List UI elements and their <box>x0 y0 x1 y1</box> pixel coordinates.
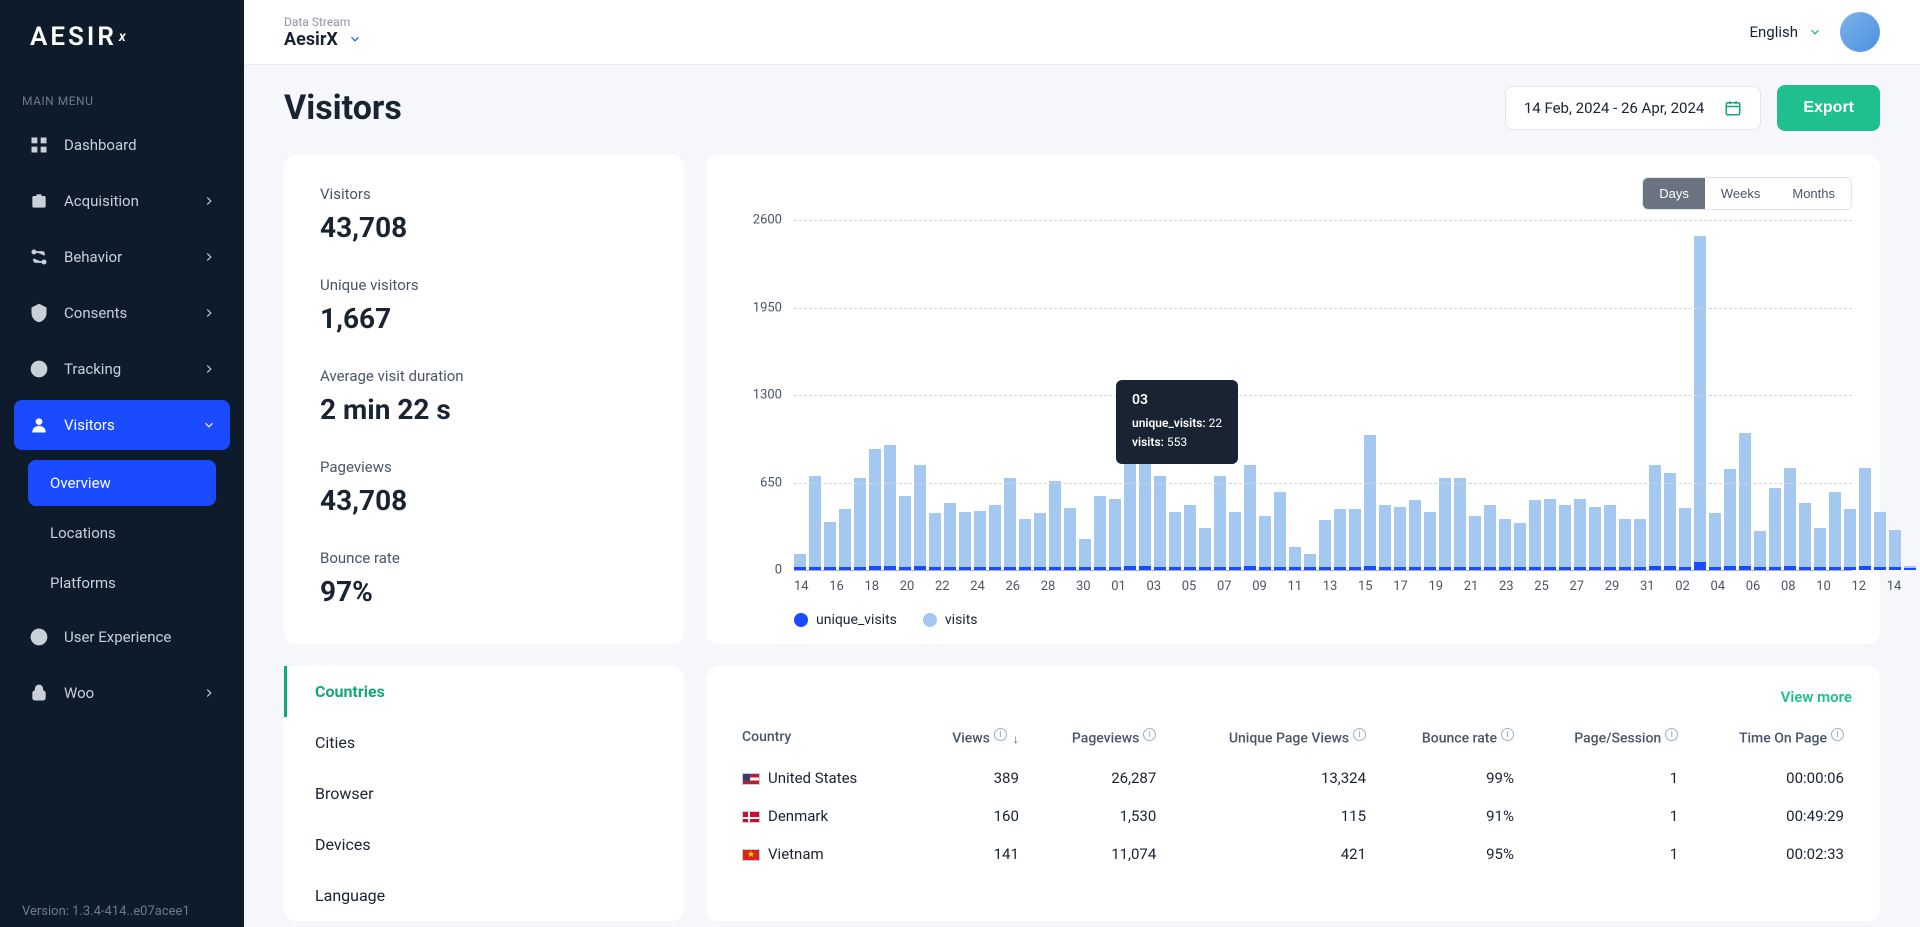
column-bounce-rate[interactable]: Bounce ratei <box>1374 716 1522 759</box>
metric-pageviews: Pageviews43,708 <box>320 458 648 517</box>
metric-bounce-rate: Bounce rate97% <box>320 549 648 608</box>
brand-logo: AESIRx <box>0 22 244 74</box>
interval-months[interactable]: Months <box>1776 178 1851 209</box>
metric-average-visit-duration: Average visit duration2 min 22 s <box>320 367 648 426</box>
view-more-link[interactable]: View more <box>1781 688 1852 706</box>
chevron-down-icon <box>202 418 216 432</box>
sidebar-item-acquisition[interactable]: Acquisition <box>14 176 230 226</box>
chart-card: DaysWeeksMonths 0650130019502600 1415161… <box>706 155 1880 644</box>
export-button[interactable]: Export <box>1777 85 1880 131</box>
date-range-picker[interactable]: 14 Feb, 2024 - 26 Apr, 2024 <box>1505 86 1761 130</box>
chevron-right-icon <box>202 194 216 208</box>
bar-25[interactable] <box>1889 220 1901 570</box>
metric-unique-visitors: Unique visitors1,667 <box>320 276 648 335</box>
calendar-icon <box>1724 99 1742 117</box>
table-row[interactable]: United States 38926,28713,32499%100:00:0… <box>734 759 1852 797</box>
tracking-icon <box>28 358 50 380</box>
legend-unique_visits[interactable]: unique_visits <box>794 612 897 628</box>
legend-visits[interactable]: visits <box>923 612 978 628</box>
page-title: Visitors <box>284 88 402 128</box>
chevron-down-icon <box>348 32 362 46</box>
bar-26[interactable] <box>1904 220 1916 570</box>
visitors-icon <box>28 414 50 436</box>
column-country[interactable]: Country <box>734 716 914 759</box>
sidebar-subitem-locations[interactable]: Locations <box>28 510 216 556</box>
chevron-down-icon <box>1808 25 1822 39</box>
metric-visitors: Visitors43,708 <box>320 185 648 244</box>
countries-table: CountryViewsi↓PageviewsiUnique Page View… <box>734 716 1852 873</box>
acquisition-icon <box>28 190 50 212</box>
topbar: Data Stream AesirX English <box>244 0 1920 65</box>
chevron-right-icon <box>202 250 216 264</box>
sidebar-subitem-overview[interactable]: Overview <box>28 460 216 506</box>
sidebar-item-behavior[interactable]: Behavior <box>14 232 230 282</box>
flag-icon: ★ <box>742 849 760 861</box>
visitors-chart[interactable]: 0650130019502600 14151617181920212223242… <box>734 220 1852 600</box>
sidebar-item-woo[interactable]: Woo <box>14 668 230 718</box>
metrics-card: Visitors43,708 Unique visitors1,667 Averag… <box>284 155 684 644</box>
column-views[interactable]: Viewsi↓ <box>914 716 1027 759</box>
column-page/session[interactable]: Page/Sessioni <box>1522 716 1686 759</box>
tab-devices[interactable]: Devices <box>284 819 684 870</box>
table-row[interactable]: Denmark 1601,53011591%100:49:29 <box>734 797 1852 835</box>
sidebar-item-dashboard[interactable]: Dashboard <box>14 120 230 170</box>
data-table-card: View more CountryViewsi↓PageviewsiUnique… <box>706 666 1880 921</box>
sidebar-item-tracking[interactable]: Tracking <box>14 344 230 394</box>
nav-section-label: MAIN MENU <box>0 74 244 120</box>
tab-cities[interactable]: Cities <box>284 717 684 768</box>
column-time-on-page[interactable]: Time On Pagei <box>1686 716 1852 759</box>
consents-icon <box>28 302 50 324</box>
version-text: Version: 1.3.4-414..e07acee1 <box>22 904 190 919</box>
chevron-right-icon <box>202 362 216 376</box>
column-pageviews[interactable]: Pageviewsi <box>1027 716 1164 759</box>
column-unique-page-views[interactable]: Unique Page Viewsi <box>1164 716 1374 759</box>
sidebar-item-user-experience[interactable]: User Experience <box>14 612 230 662</box>
woo-icon <box>28 682 50 704</box>
tab-countries[interactable]: Countries <box>284 666 684 717</box>
table-row[interactable]: ★Vietnam 14111,07442195%100:02:33 <box>734 835 1852 873</box>
interval-days[interactable]: Days <box>1643 178 1705 209</box>
sidebar: AESIRx MAIN MENU Dashboard Acquisition B… <box>0 0 244 927</box>
flag-icon <box>742 811 760 823</box>
chevron-right-icon <box>202 306 216 320</box>
data-tabs: CountriesCitiesBrowserDevicesLanguage <box>284 666 684 921</box>
sidebar-subitem-platforms[interactable]: Platforms <box>28 560 216 606</box>
data-stream-selector[interactable]: Data Stream AesirX <box>284 15 362 50</box>
behavior-icon <box>28 246 50 268</box>
sidebar-item-visitors[interactable]: Visitors <box>14 400 230 450</box>
interval-weeks[interactable]: Weeks <box>1705 178 1777 209</box>
stream-label: Data Stream <box>284 15 362 29</box>
bar-24[interactable] <box>1874 220 1886 570</box>
tab-language[interactable]: Language <box>284 870 684 921</box>
user-experience-icon <box>28 626 50 648</box>
bar-23[interactable] <box>1859 220 1871 570</box>
tab-browser[interactable]: Browser <box>284 768 684 819</box>
interval-toggle: DaysWeeksMonths <box>1642 177 1852 210</box>
dashboard-icon <box>28 134 50 156</box>
language-selector[interactable]: English <box>1749 23 1822 41</box>
chevron-right-icon <box>202 686 216 700</box>
avatar[interactable] <box>1840 12 1880 52</box>
flag-icon <box>742 773 760 785</box>
sidebar-item-consents[interactable]: Consents <box>14 288 230 338</box>
